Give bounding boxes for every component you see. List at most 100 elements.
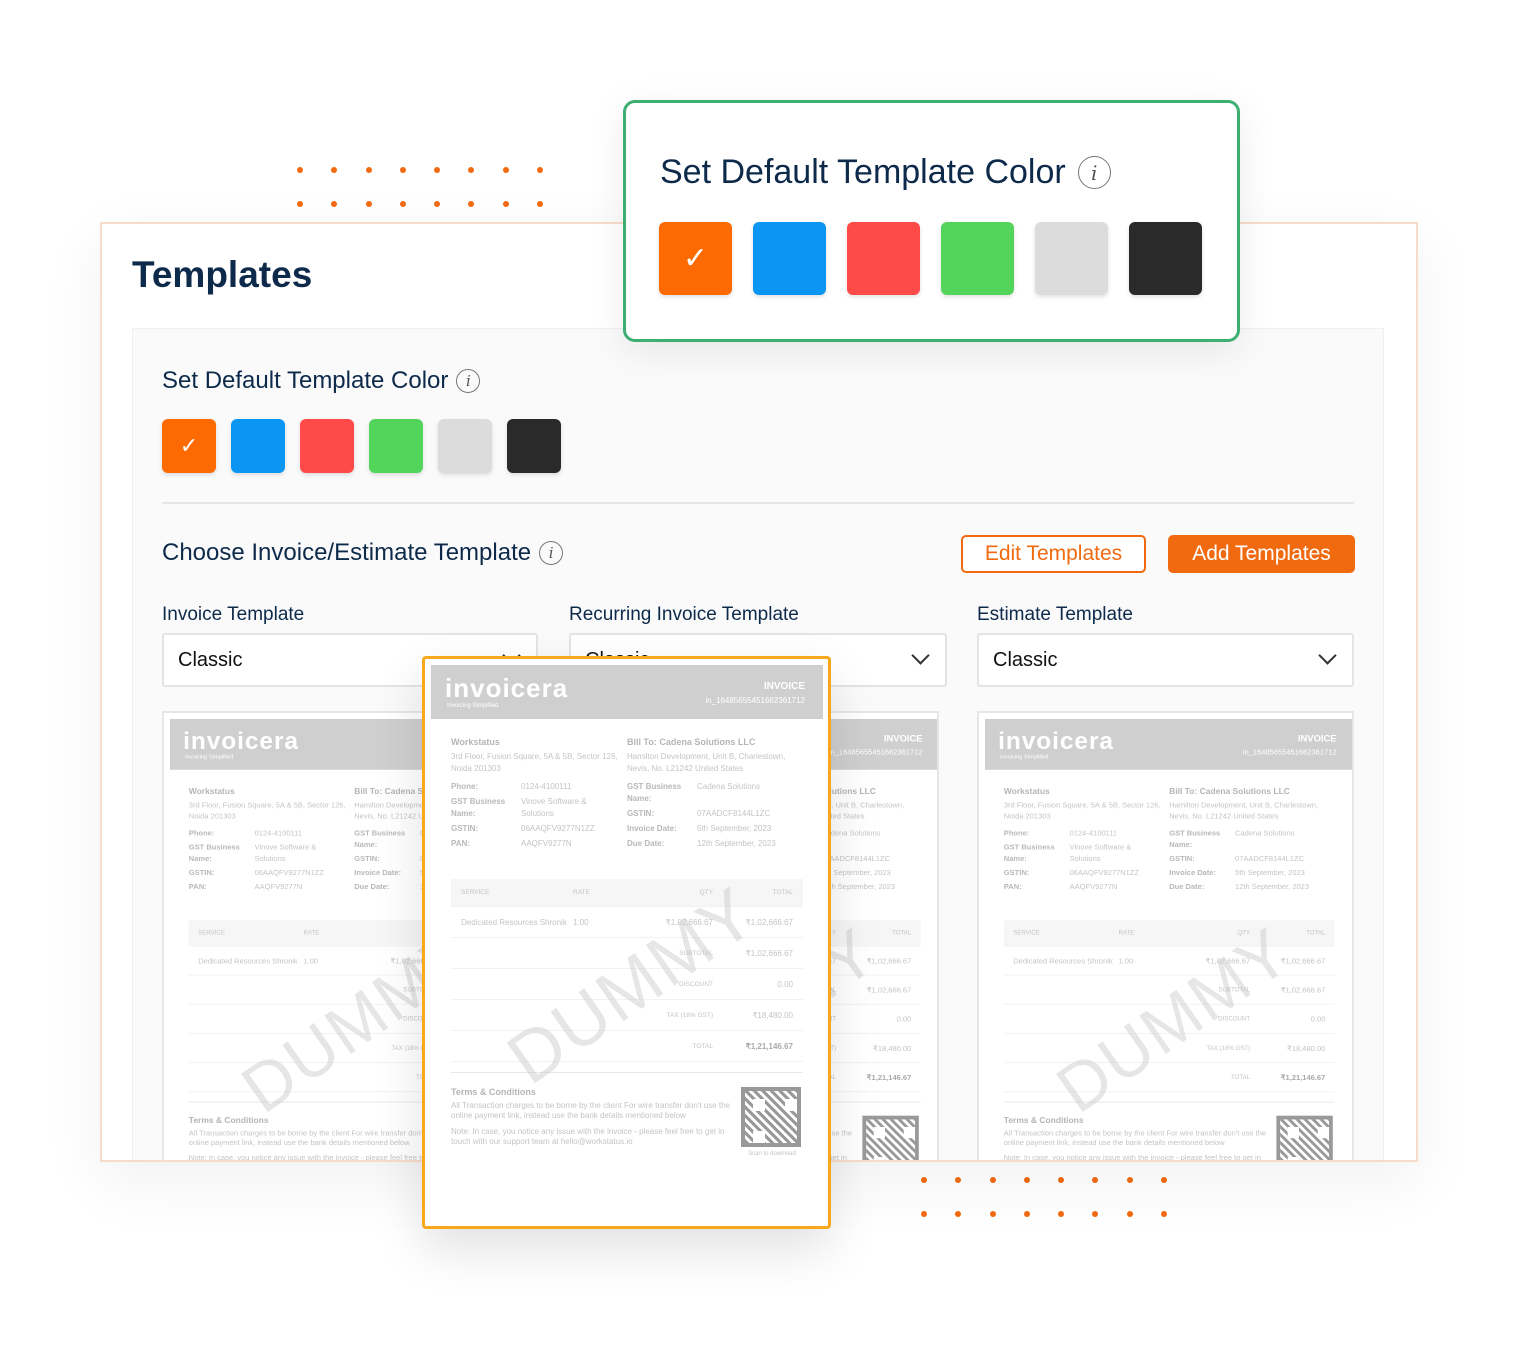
totals-value: ₹18,480.00 (752, 1010, 793, 1020)
dot (921, 1211, 927, 1217)
detail-value: 06AAQFV9277N1ZZ (521, 824, 595, 833)
from-address: 3rd Floor, Fusion Square, 5A & 5B, Secto… (451, 752, 618, 773)
chevron-down-icon (1318, 646, 1337, 665)
cell: 1.00 (1118, 956, 1134, 965)
dot (331, 201, 338, 207)
selected-template-preview[interactable]: invoicera Invoicing Simplified INVOICE in_… (422, 656, 831, 1229)
detail-label: GSTIN: (627, 809, 655, 818)
cell: Dedicated Resources Shronik (1013, 956, 1113, 965)
detail-value: 06AAQFV9277N1ZZ (254, 868, 324, 877)
totals-row: TOTAL ₹1,21,146.67 (451, 1031, 803, 1062)
color-swatch-orange[interactable]: ✓ (162, 419, 216, 473)
detail-row: PAN: AAQFV9277N (189, 882, 354, 893)
terms-text: All Transaction charges to be borne by t… (1003, 1128, 1267, 1147)
cell: ₹1,02,666.67 (1205, 956, 1251, 965)
color-swatches: ✓ (162, 419, 561, 473)
totals-label: SUBTOTAL (1218, 986, 1251, 994)
detail-label: GSTIN: (354, 854, 380, 863)
dot (1023, 1177, 1030, 1183)
detail-row: GSTIN: 06AAQFV9277N1ZZ (1004, 868, 1169, 879)
detail-row: GSTIN: 06AAQFV9277N1ZZ (189, 868, 354, 879)
detail-label: GST Business Name: (1003, 843, 1055, 863)
totals-value: ₹18,480.00 (1287, 1043, 1326, 1053)
detail-label: PAN: (451, 839, 470, 848)
from-name: Workstatus (188, 786, 235, 797)
color-swatch-black[interactable] (1129, 222, 1202, 295)
detail-label: Due Date: (1169, 882, 1205, 892)
estimate-template-select[interactable]: Classic (977, 633, 1354, 687)
column-header: RATE (303, 929, 320, 937)
template-section-title: Choose Invoice/Estimate Template i (162, 539, 564, 567)
totals-label: TOTAL (692, 1042, 713, 1050)
logo-tagline: Invoicing Simplified (1000, 754, 1049, 761)
estimate-template-label: Estimate Template (977, 604, 1133, 625)
from-name: Workstatus (1003, 786, 1050, 797)
table-row: Dedicated Resources Shronik 1.00 ₹1,02,666… (1003, 946, 1335, 976)
edit-templates-button[interactable]: Edit Templates (961, 535, 1146, 573)
color-swatch-light-gray[interactable] (1035, 222, 1108, 295)
recurring-template-label: Recurring Invoice Template (569, 604, 799, 625)
from-address: 3rd Floor, Fusion Square, 5A & 5B, Secto… (188, 800, 346, 821)
info-icon[interactable]: i (1077, 156, 1111, 189)
note-text: Note: In case, you notice any issue with… (451, 1127, 725, 1146)
color-swatch-blue[interactable] (753, 222, 826, 295)
color-swatch-red[interactable] (300, 419, 354, 473)
cell: 1.00 (303, 956, 319, 965)
dot (955, 1211, 962, 1217)
detail-value: 0124-4100111 (521, 782, 572, 791)
decorative-dots-top (297, 167, 571, 207)
line-items-table: SERVICE RATE QTY TOTAL Dedicated Resources … (451, 879, 803, 1062)
totals-value: ₹1,21,146.67 (866, 1072, 912, 1082)
detail-label: Phone: (451, 782, 479, 791)
dot (502, 167, 509, 173)
detail-label: GST Business Name: (1169, 828, 1221, 849)
detail-row: GST Business Name: Vinove Software & Solu… (189, 842, 354, 865)
select-value: Classic (178, 648, 243, 671)
column-header: TOTAL (772, 889, 793, 896)
detail-row: Invoice Date: 5th September, 2023 (1169, 868, 1334, 879)
invoice-document: invoiceraInvoicing Simplified INVOICE in_… (431, 665, 823, 1157)
color-swatch-black[interactable] (507, 419, 561, 473)
detail-row: GST Business Name: Vinove Software & Solu… (451, 796, 627, 820)
color-swatch-light-gray[interactable] (438, 419, 492, 473)
column-header: RATE (573, 889, 590, 896)
qr-code-icon (741, 1087, 801, 1147)
detail-row: GSTIN: 07AADCF8144L1ZC (627, 808, 803, 820)
dot (537, 201, 544, 207)
invoice-header: invoiceraInvoicing Simplified INVOICE in_… (985, 719, 1352, 770)
estimate-template-preview[interactable]: invoicera Invoicing Simplified INVOICE in_… (977, 711, 1354, 1160)
column-header: SERVICE (198, 929, 225, 937)
detail-row: GST Business Name: Vinove Software & Solu… (1004, 842, 1169, 865)
dot (399, 201, 406, 207)
color-swatch-green[interactable] (941, 222, 1014, 295)
detail-value: 07AADCF8144L1ZC (821, 854, 891, 863)
to-address: Hamilton Development, Unit B, Charlestow… (627, 752, 786, 773)
detail-value: 5th September, 2023 (821, 868, 891, 877)
terms-block: Terms & Conditions All Transaction charge… (451, 1072, 803, 1157)
dot (297, 201, 303, 207)
color-swatch-green[interactable] (369, 419, 423, 473)
color-swatch-red[interactable] (847, 222, 920, 295)
dot (331, 167, 338, 173)
dot (1161, 1211, 1168, 1217)
dot (989, 1211, 996, 1217)
detail-row: GSTIN: 07AADCF8144L1ZC (1169, 853, 1334, 864)
detail-row: Phone: 0124-4100111 (451, 781, 627, 793)
info-icon[interactable]: i (539, 541, 564, 565)
color-swatch-blue[interactable] (231, 419, 285, 473)
dot (955, 1177, 962, 1183)
dot (537, 167, 544, 173)
column-header: TOTAL (892, 929, 912, 937)
add-templates-button[interactable]: Add Templates (1168, 535, 1355, 573)
decorative-dots-bottom (921, 1177, 1195, 1217)
info-icon[interactable]: i (456, 369, 481, 393)
totals-row: TOTAL ₹1,21,146.67 (1003, 1063, 1335, 1093)
from-address: 3rd Floor, Fusion Square, 5A & 5B, Secto… (1003, 800, 1161, 821)
detail-label: Invoice Date: (1169, 868, 1217, 877)
detail-row: Due Date: 12th September, 2023 (627, 838, 803, 850)
detail-value: 12th September, 2023 (697, 839, 776, 848)
color-swatch-orange[interactable]: ✓ (659, 222, 732, 295)
totals-value: 0.00 (777, 979, 793, 989)
totals-row: TAX (18% GST) ₹18,480.00 (1003, 1034, 1335, 1064)
totals-row: DISCOUNT 0.00 (1003, 1005, 1335, 1034)
